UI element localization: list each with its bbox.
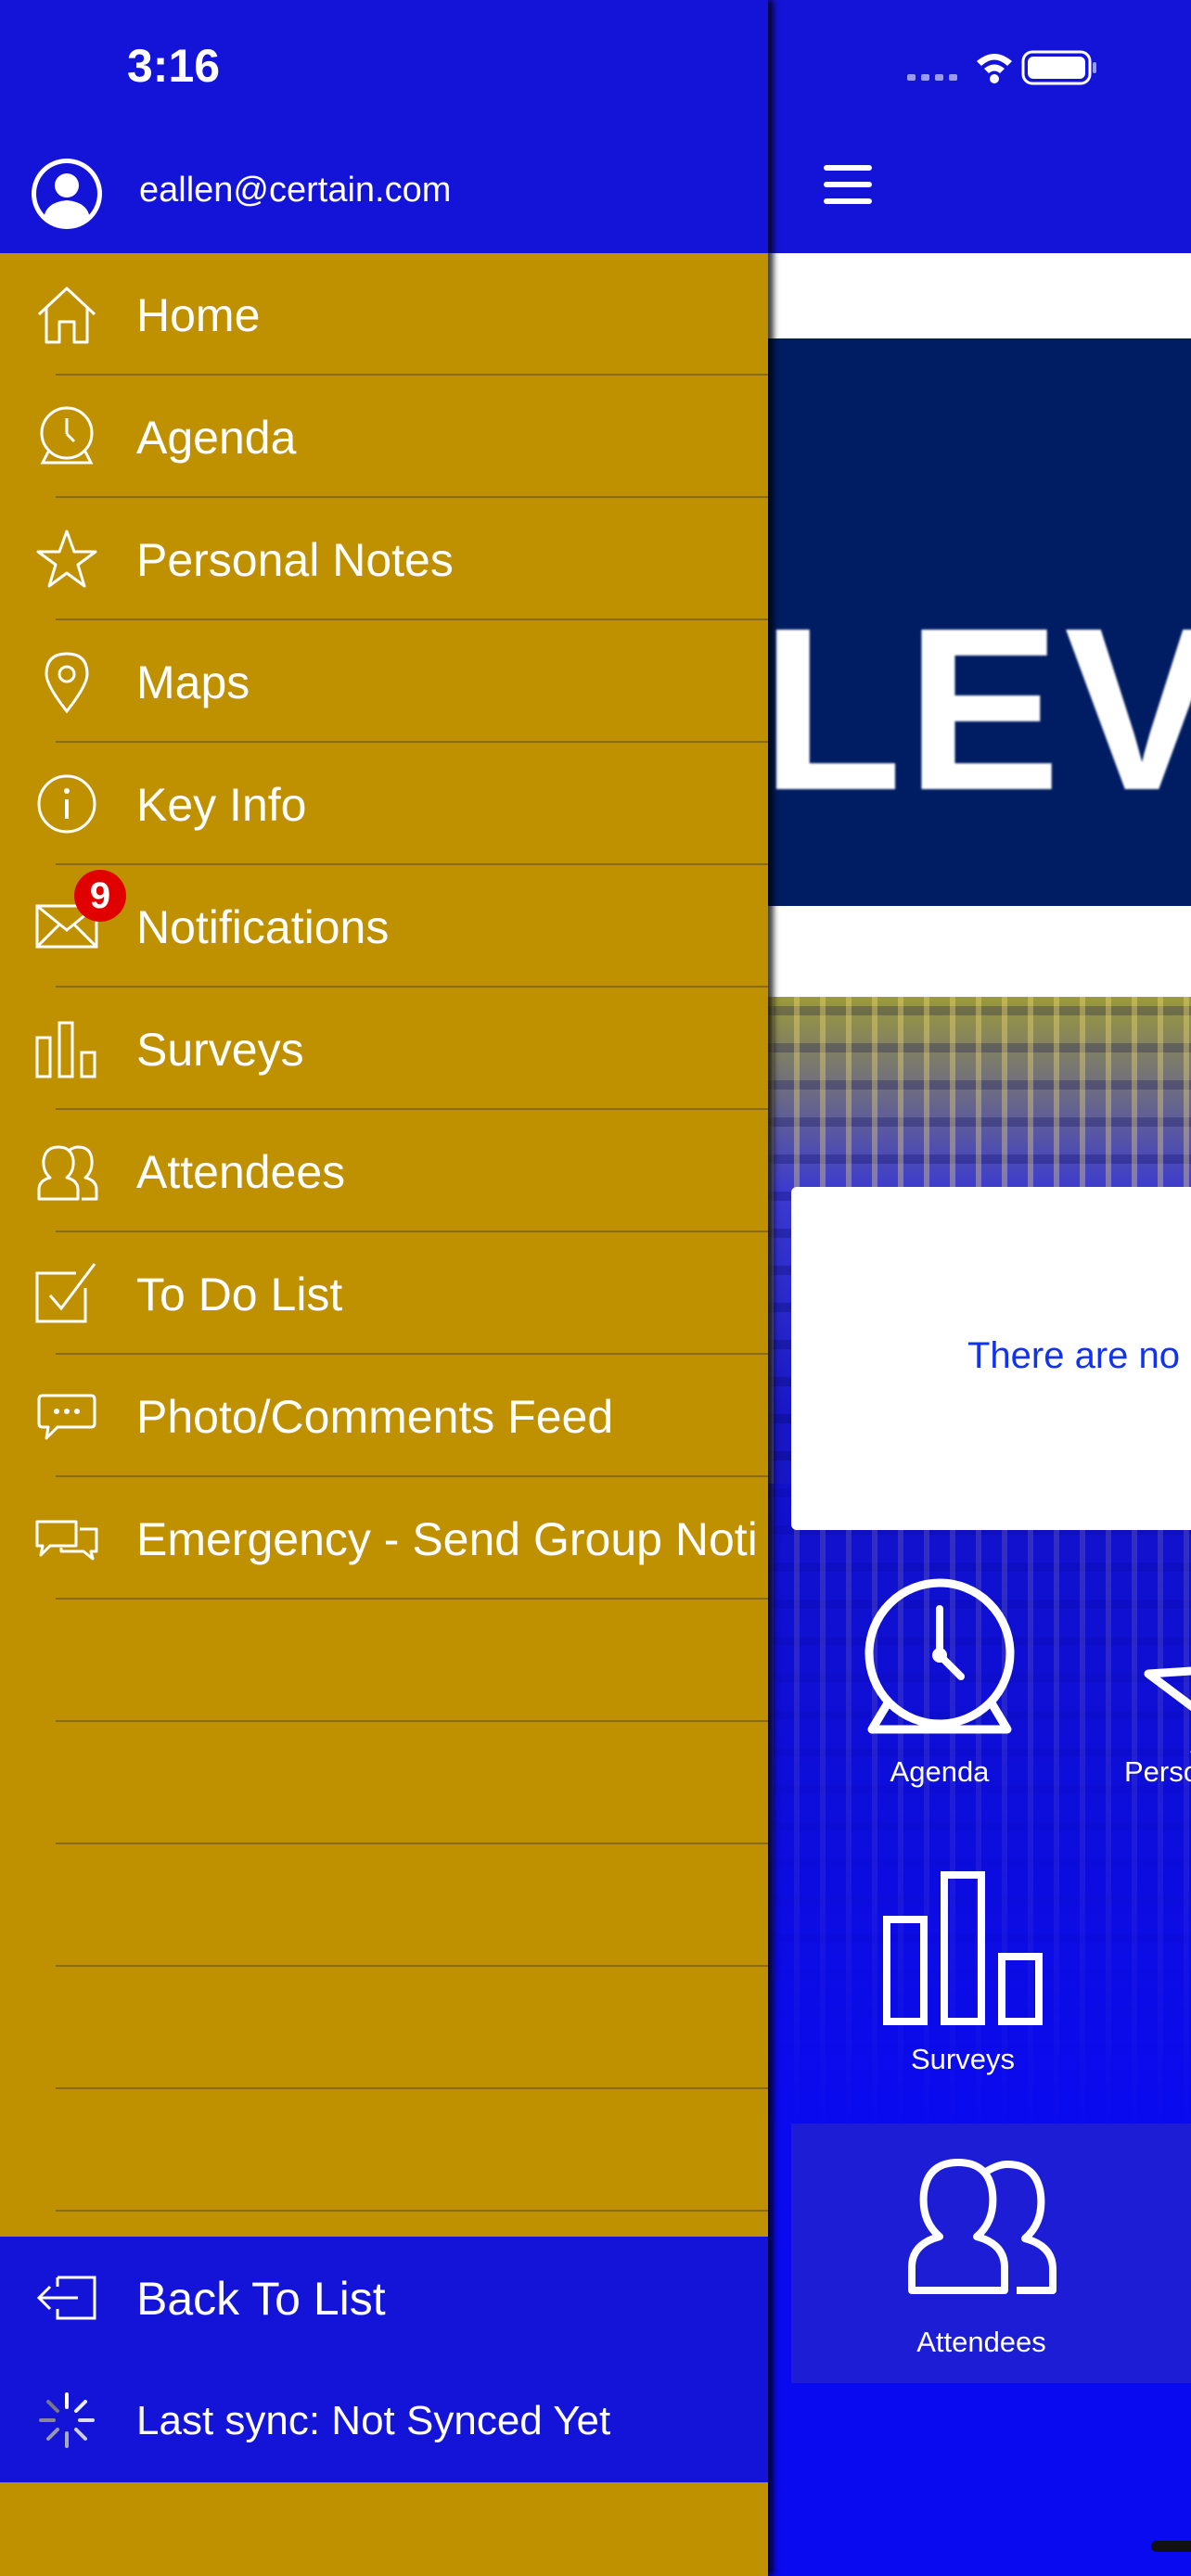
status-time: 3:16	[127, 40, 221, 92]
menu-empty-row	[0, 1600, 768, 1722]
menu-item-label: Attendees	[136, 1146, 346, 1198]
drawer-footer: Back To List Last sync: Not Synced Yet	[0, 2237, 768, 2482]
comment-icon	[37, 1394, 96, 1440]
menu-item-label: Agenda	[136, 412, 297, 464]
people-icon	[908, 2159, 1057, 2294]
people-icon	[37, 1145, 98, 1201]
tile-personal-notes[interactable]: Perso	[1111, 1576, 1191, 1799]
menu-item-label: Key Info	[136, 779, 307, 831]
tile-agenda-label: Agenda	[890, 1755, 990, 1788]
sync-status-label: Last sync: Not Synced Yet	[136, 2398, 611, 2443]
menu-item-label: Photo/Comments Feed	[136, 1391, 614, 1443]
sync-status: Last sync: Not Synced Yet	[0, 2359, 768, 2481]
menu-item-home[interactable]: Home	[0, 253, 768, 376]
tile-surveys-label: Surveys	[911, 2043, 1015, 2075]
navigation-drawer: 3:16 eallen@certain.com Home Agenda Pers…	[0, 0, 768, 2576]
menu-empty-row	[0, 1967, 768, 2089]
menu-item-photo-comments-feed[interactable]: Photo/Comments Feed	[0, 1355, 768, 1477]
menu-item-label: Home	[136, 289, 261, 341]
clock-icon	[40, 406, 94, 465]
menu-item-label: To Do List	[136, 1269, 343, 1320]
main-top-bar	[768, 0, 1191, 253]
menu-empty-row	[0, 2089, 768, 2212]
menu-item-maps[interactable]: Maps	[0, 620, 768, 743]
menu-item-surveys[interactable]: Surveys	[0, 988, 768, 1110]
menu-item-personal-notes[interactable]: Personal Notes	[0, 498, 768, 620]
wifi-icon	[977, 54, 1012, 83]
tile-attendees-label: Attendees	[916, 2326, 1046, 2358]
account-email: eallen@certain.com	[139, 171, 452, 210]
notifications-badge: 9	[74, 870, 126, 922]
menu-item-label: Notifications	[136, 901, 390, 953]
menu-item-emergency[interactable]: Emergency - Send Group Noti	[0, 1477, 768, 1600]
menu-empty-row	[0, 1844, 768, 1967]
menu-item-label: Maps	[136, 657, 250, 708]
star-icon	[36, 529, 97, 588]
tile-agenda[interactable]: Agenda	[852, 1576, 1028, 1799]
menu-item-key-info[interactable]: Key Info	[0, 743, 768, 865]
main-content: LEV There are no Agenda Perso Surveys	[768, 0, 1191, 2576]
back-to-list-label: Back To List	[136, 2273, 386, 2325]
menu-item-to-do-list[interactable]: To Do List	[0, 1232, 768, 1355]
home-icon	[37, 287, 96, 344]
status-indicators	[903, 45, 1181, 91]
menu-item-agenda[interactable]: Agenda	[0, 376, 768, 498]
menu-item-label: Personal Notes	[136, 534, 454, 586]
exit-arrow-icon	[36, 2276, 96, 2320]
drawer-menu: Home Agenda Personal Notes Maps Key Info…	[0, 253, 768, 2212]
hamburger-line	[824, 182, 872, 187]
back-to-list-button[interactable]: Back To List	[0, 2237, 768, 2359]
battery-icon	[1021, 50, 1096, 85]
tile-surveys[interactable]: Surveys	[879, 1864, 1046, 2086]
menu-item-label: Surveys	[136, 1024, 304, 1076]
star-icon	[1144, 1666, 1191, 1753]
home-indicator[interactable]	[1151, 2541, 1191, 2552]
event-banner-text: LEV	[768, 580, 1191, 838]
empty-state-message: There are no	[967, 1335, 1181, 1376]
menu-item-label: Emergency - Send Group Noti	[136, 1513, 758, 1565]
sync-spinner-icon	[39, 2392, 95, 2448]
hamburger-line	[824, 165, 872, 171]
info-icon	[37, 774, 96, 834]
avatar-icon[interactable]	[29, 156, 105, 232]
bar-chart-icon	[35, 1021, 96, 1078]
hamburger-line	[824, 198, 872, 204]
cellular-signal-icon	[907, 74, 957, 81]
clock-icon	[864, 1578, 1015, 1734]
checkbox-icon	[35, 1263, 96, 1323]
bar-chart-icon	[883, 1871, 1043, 2025]
empty-state-card: There are no	[791, 1187, 1191, 1530]
tile-attendees[interactable]: Attendees	[791, 2123, 1191, 2383]
map-pin-icon	[45, 652, 89, 714]
tile-personal-notes-label: Perso	[1124, 1755, 1191, 1788]
hamburger-menu-button[interactable]	[824, 165, 876, 211]
menu-item-attendees[interactable]: Attendees	[0, 1110, 768, 1232]
chat-bubbles-icon	[35, 1520, 98, 1561]
drawer-header: 3:16 eallen@certain.com	[0, 0, 768, 253]
menu-empty-row	[0, 1722, 768, 1844]
